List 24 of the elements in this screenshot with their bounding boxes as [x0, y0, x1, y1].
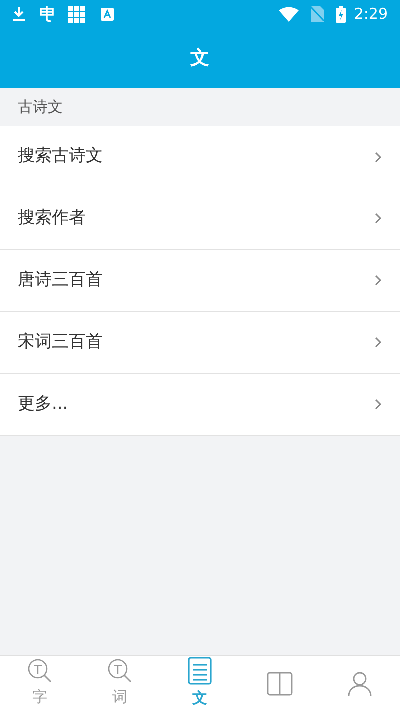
chevron-icon: [375, 152, 382, 162]
app-icon: [101, 8, 114, 20]
search-icon: [27, 658, 53, 684]
document-icon: [188, 657, 212, 686]
person-icon: [347, 670, 373, 696]
search-icon: [107, 658, 133, 684]
no-sim-icon: [311, 6, 324, 22]
wifi-icon: [279, 6, 300, 22]
battery-icon: [336, 6, 346, 22]
grid-icon: [68, 6, 85, 22]
book-icon: [267, 670, 293, 696]
status-time: 2:29: [354, 4, 388, 25]
chevron-icon: [375, 275, 382, 286]
section-title: 古诗文: [18, 96, 63, 118]
list-item[interactable]: 唐诗三百首: [0, 250, 400, 312]
chevron-icon: [375, 399, 382, 410]
list-item[interactable]: 更多...: [0, 374, 400, 436]
list-item[interactable]: 搜索古诗文: [0, 126, 400, 188]
header-title: 文: [190, 46, 210, 71]
list-item[interactable]: 宋词三百首: [0, 312, 400, 374]
download-icon: [12, 6, 26, 22]
list-item[interactable]: 搜索作者: [0, 188, 400, 250]
chevron-icon: [375, 213, 382, 224]
chevron-icon: [375, 337, 382, 348]
